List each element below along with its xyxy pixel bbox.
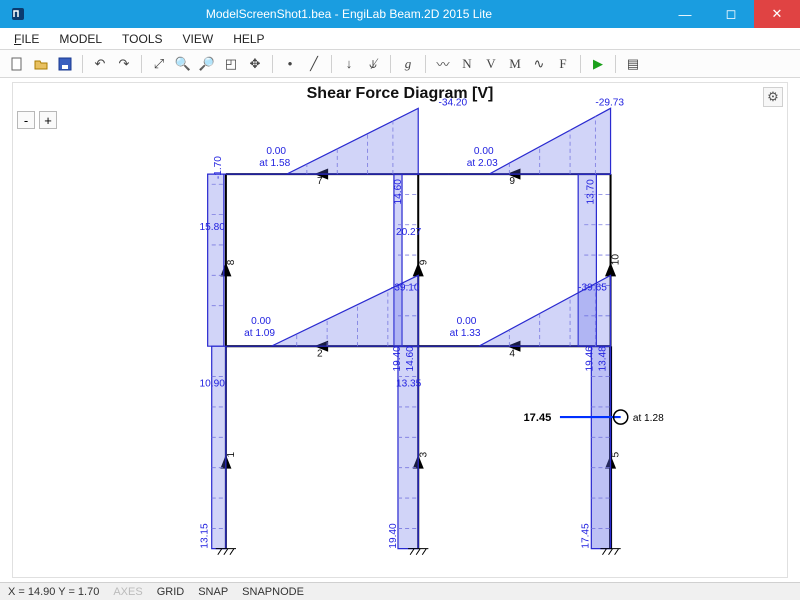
body-load-button[interactable]: g — [397, 53, 419, 75]
deformed-button[interactable]: 〰 — [432, 53, 454, 75]
new-button[interactable] — [6, 53, 28, 75]
svg-text:13.70: 13.70 — [585, 179, 596, 205]
svg-text:-29.73: -29.73 — [595, 97, 624, 108]
svg-text:1: 1 — [226, 452, 237, 458]
undo-button[interactable]: ↶ — [89, 53, 111, 75]
svg-text:at 1.33: at 1.33 — [450, 328, 481, 339]
svg-text:-34.20: -34.20 — [438, 97, 467, 108]
open-button[interactable] — [30, 53, 52, 75]
svg-text:0.00: 0.00 — [266, 146, 286, 157]
draw-element-button[interactable]: ╱ — [303, 53, 325, 75]
svg-text:19.46: 19.46 — [584, 346, 595, 372]
status-grid[interactable]: GRID — [157, 586, 185, 598]
svg-text:at 1.58: at 1.58 — [259, 158, 290, 169]
save-button[interactable] — [54, 53, 76, 75]
element-load-button[interactable]: ⫝̸ — [362, 53, 384, 75]
svg-text:3: 3 — [418, 452, 429, 458]
svg-text:8: 8 — [226, 259, 237, 265]
shear-button[interactable]: V — [480, 53, 502, 75]
minimize-button[interactable]: — — [662, 0, 708, 28]
menu-tools[interactable]: TOOLS — [112, 30, 172, 48]
svg-text:9: 9 — [418, 259, 429, 265]
svg-text:4: 4 — [509, 348, 515, 359]
svg-text:5: 5 — [611, 452, 622, 458]
menu-help[interactable]: HELP — [223, 30, 274, 48]
axial-button[interactable]: N — [456, 53, 478, 75]
svg-text:2: 2 — [317, 348, 323, 359]
shear-diagram: 0.00 at 1.58 -34.20 0.00 at 2.03 -29.73 … — [13, 83, 787, 577]
draw-node-button[interactable]: • — [279, 53, 301, 75]
status-coords: X = 14.90 Y = 1.70 — [8, 586, 99, 598]
nodal-load-button[interactable]: ↓ — [338, 53, 360, 75]
redo-button[interactable]: ↷ — [113, 53, 135, 75]
svg-text:19.40: 19.40 — [392, 346, 403, 372]
canvas-area[interactable]: Shear Force Diagram [V] ⚙ - + — [0, 78, 800, 582]
status-snap[interactable]: SNAP — [198, 586, 228, 598]
pan-button[interactable]: ✥ — [244, 53, 266, 75]
status-axes[interactable]: AXES — [113, 586, 142, 598]
svg-text:at 1.09: at 1.09 — [244, 328, 275, 339]
svg-text:17.45: 17.45 — [524, 412, 552, 424]
svg-text:15.80: 15.80 — [200, 222, 226, 233]
svg-text:10: 10 — [611, 254, 622, 266]
zoom-in-button[interactable]: 🔍 — [172, 53, 194, 75]
titlebar: ModelScreenShot1.bea - EngiLab Beam.2D 2… — [0, 0, 800, 28]
maximize-button[interactable]: ◻ — [708, 0, 754, 28]
results-button[interactable]: ▤ — [622, 53, 644, 75]
svg-text:0.00: 0.00 — [474, 146, 494, 157]
app-icon — [6, 2, 30, 26]
svg-text:14.60: 14.60 — [405, 346, 416, 372]
svg-text:13.15: 13.15 — [200, 523, 211, 549]
status-snapnode[interactable]: SNAPNODE — [242, 586, 304, 598]
slope-button[interactable]: ∿ — [528, 53, 550, 75]
svg-text:0.00: 0.00 — [251, 316, 271, 327]
zoom-extents-button[interactable]: ⤢ — [148, 53, 170, 75]
svg-text:13.35: 13.35 — [396, 379, 422, 390]
svg-text:-1.70: -1.70 — [213, 156, 224, 179]
svg-text:9: 9 — [509, 176, 515, 187]
zoom-out-button[interactable]: 🔎 — [196, 53, 218, 75]
menu-model[interactable]: MODEL — [49, 30, 112, 48]
svg-text:19.40: 19.40 — [388, 523, 399, 549]
menu-view[interactable]: VIEW — [173, 30, 224, 48]
analyze-button[interactable]: ▶ — [587, 53, 609, 75]
svg-text:-39.65: -39.65 — [578, 283, 607, 294]
svg-text:-39.10: -39.10 — [391, 283, 420, 294]
moment-button[interactable]: M — [504, 53, 526, 75]
free-body-button[interactable]: F — [552, 53, 574, 75]
svg-text:17.45: 17.45 — [580, 523, 591, 549]
svg-text:at 1.28: at 1.28 — [633, 413, 664, 424]
svg-text:7: 7 — [317, 176, 323, 187]
menu-file[interactable]: FILE — [4, 30, 49, 48]
svg-text:14.60: 14.60 — [393, 179, 404, 205]
zoom-window-button[interactable]: ◰ — [220, 53, 242, 75]
svg-text:20.27: 20.27 — [396, 227, 422, 238]
menubar: FILE MODEL TOOLS VIEW HELP — [0, 28, 800, 50]
svg-text:0.00: 0.00 — [457, 316, 477, 327]
toolbar: ↶ ↷ ⤢ 🔍 🔎 ◰ ✥ • ╱ ↓ ⫝̸ g 〰 N V M ∿ F ▶ ▤ — [0, 50, 800, 78]
statusbar: X = 14.90 Y = 1.70 AXES GRID SNAP SNAPNO… — [0, 582, 800, 600]
svg-text:at 2.03: at 2.03 — [467, 158, 498, 169]
svg-text:13.48: 13.48 — [597, 346, 608, 372]
window-title: ModelScreenShot1.bea - EngiLab Beam.2D 2… — [36, 7, 662, 21]
svg-text:10.90: 10.90 — [200, 379, 226, 390]
close-button[interactable]: ✕ — [754, 0, 800, 28]
